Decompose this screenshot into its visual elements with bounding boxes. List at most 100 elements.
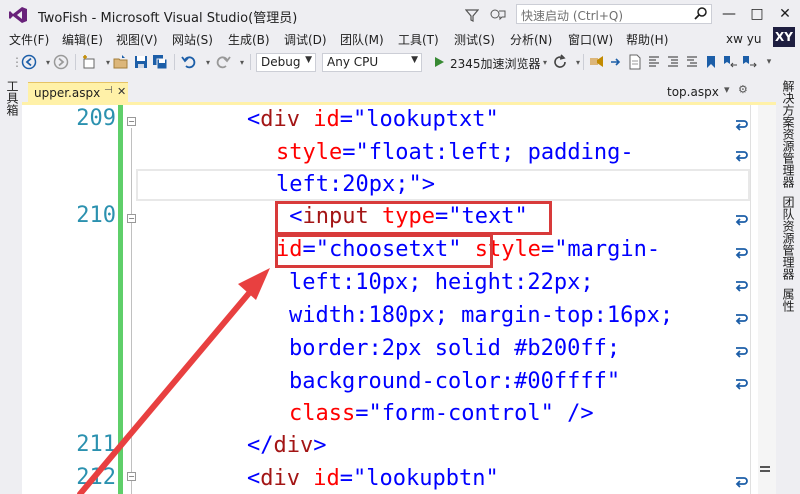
bookmark-icon[interactable] — [702, 54, 720, 70]
menu-build[interactable]: 生成(B) — [228, 31, 270, 48]
menu-help[interactable]: 帮助(H) — [626, 31, 668, 48]
menu-team[interactable]: 团队(M) — [340, 31, 384, 48]
uncomment-icon[interactable] — [683, 54, 701, 70]
next-bookmark-icon[interactable] — [740, 54, 758, 70]
word-wrap-icon — [735, 347, 748, 358]
word-wrap-icon — [735, 281, 748, 292]
navigate-icon[interactable] — [607, 54, 625, 70]
code-token: = — [339, 466, 353, 491]
tab-upper-aspx[interactable]: upper.aspx ⊣ ✕ — [28, 82, 128, 102]
toolbar-overflow-icon[interactable]: ▾ — [760, 54, 778, 70]
format-document-icon[interactable] — [645, 54, 663, 70]
code-token: "float:left; padding- — [355, 140, 634, 165]
annotation-box-input — [275, 201, 552, 235]
user-name[interactable]: xw yu — [726, 32, 761, 46]
quick-launch-input[interactable]: 快速启动 (Ctrl+Q) — [516, 4, 712, 24]
toolbar-separator — [75, 54, 76, 70]
menu-website[interactable]: 网站(S) — [172, 31, 213, 48]
code-token: "form-control" — [368, 401, 554, 426]
code-line: left:10px; height:22px; — [289, 269, 594, 297]
platform-select[interactable]: Any CPU ▼ — [322, 53, 422, 72]
menu-analyze[interactable]: 分析(N) — [510, 31, 552, 48]
visual-studio-logo-icon — [9, 7, 27, 23]
code-token: div — [273, 433, 314, 458]
refresh-dropdown-icon[interactable]: ▾ — [569, 54, 587, 70]
code-line: left:20px;"> — [276, 171, 435, 199]
feedback-icon[interactable] — [488, 5, 508, 25]
configuration-select[interactable]: Debug ▼ — [256, 53, 316, 72]
comment-icon[interactable] — [664, 54, 682, 70]
start-debugging-icon[interactable] — [430, 54, 448, 70]
code-token: = — [339, 107, 353, 132]
code-line: <div id="lookuptxt" — [247, 106, 499, 134]
team-explorer-tab[interactable]: 团队资源管理器 — [780, 196, 797, 280]
properties-tab[interactable]: 属性 — [780, 288, 797, 312]
tab-list-dropdown-icon[interactable]: ▾ — [724, 83, 730, 96]
save-icon[interactable] — [132, 54, 150, 70]
redo-dropdown-icon[interactable]: ▾ — [233, 54, 251, 70]
menu-debug[interactable]: 调试(D) — [284, 31, 327, 48]
close-button[interactable]: ✕ — [772, 2, 798, 26]
browser-link-icon[interactable] — [588, 54, 606, 70]
code-token: width:180px; margin-top:16px; — [289, 303, 674, 328]
refresh-icon[interactable] — [551, 54, 569, 70]
code-line: </div> — [247, 432, 327, 460]
outlining-guide — [131, 128, 132, 494]
tab-settings-icon[interactable]: ⚙ — [738, 83, 748, 96]
menu-edit[interactable]: 编辑(E) — [62, 31, 103, 48]
window-title: TwoFish - Microsoft Visual Studio(管理员) — [38, 11, 298, 26]
line-number: 211 — [76, 432, 116, 457]
previous-bookmark-icon[interactable] — [721, 54, 739, 70]
save-all-icon[interactable] — [151, 54, 169, 70]
back-icon[interactable] — [20, 54, 38, 70]
undo-icon[interactable] — [180, 54, 198, 70]
scrollbar-marker — [760, 466, 770, 468]
line-number: 209 — [76, 106, 116, 131]
code-token: background-color:#00ffff" — [289, 369, 621, 394]
toolbar-separator — [250, 54, 251, 70]
code-line: width:180px; margin-top:16px; — [289, 302, 673, 330]
maximize-button[interactable]: □ — [744, 2, 770, 26]
menu-bar: 文件(F) 编辑(E) 视图(V) 网站(S) 生成(B) 调试(D) 团队(M… — [0, 30, 800, 48]
menu-file[interactable]: 文件(F) — [9, 31, 49, 48]
new-project-icon[interactable] — [80, 54, 98, 70]
collapse-icon[interactable]: − — [127, 117, 136, 126]
menu-view[interactable]: 视图(V) — [116, 31, 158, 48]
toolbox-tab[interactable]: 工具箱 — [4, 80, 21, 116]
code-token: class — [289, 401, 356, 426]
forward-icon[interactable] — [52, 54, 70, 70]
code-token: </ — [247, 433, 274, 458]
filter-icon[interactable] — [462, 5, 482, 25]
menu-tools[interactable]: 工具(T) — [398, 31, 439, 48]
word-wrap-icon — [735, 379, 748, 390]
code-line: style="float:left; padding- — [276, 139, 634, 167]
configuration-value: Debug — [261, 55, 301, 69]
menu-test[interactable]: 测试(S) — [454, 31, 495, 48]
collapse-icon[interactable]: − — [127, 214, 136, 223]
pin-icon[interactable]: ⊣ — [104, 85, 113, 96]
code-token: "lookupbtn" — [353, 466, 499, 491]
redo-icon[interactable] — [214, 54, 232, 70]
title-bar: TwoFish - Microsoft Visual Studio(管理员) 快… — [0, 0, 800, 30]
menu-window[interactable]: 窗口(W) — [568, 31, 613, 48]
word-wrap-icon — [735, 314, 748, 325]
tab-top-aspx[interactable]: top.aspx — [667, 85, 719, 99]
document-icon[interactable] — [626, 54, 644, 70]
user-avatar[interactable]: XY — [773, 27, 795, 47]
left-dock-panel — [0, 76, 22, 494]
vertical-scrollbar[interactable] — [758, 105, 776, 494]
collapse-icon[interactable]: − — [127, 472, 136, 481]
open-file-icon[interactable] — [112, 54, 130, 70]
chevron-down-icon: ▼ — [411, 55, 418, 65]
code-token: = — [342, 140, 356, 165]
platform-value: Any CPU — [327, 55, 379, 69]
close-tab-icon[interactable]: ✕ — [117, 85, 126, 98]
code-token: "margin- — [554, 237, 661, 262]
browser-select[interactable]: 2345加速浏览器 — [450, 55, 541, 72]
minimize-button[interactable]: — — [716, 2, 742, 26]
code-token: id — [313, 107, 340, 132]
solution-explorer-tab[interactable]: 解决方案资源管理器 — [780, 80, 797, 188]
search-icon[interactable] — [694, 6, 708, 20]
code-token: /> — [567, 401, 594, 426]
